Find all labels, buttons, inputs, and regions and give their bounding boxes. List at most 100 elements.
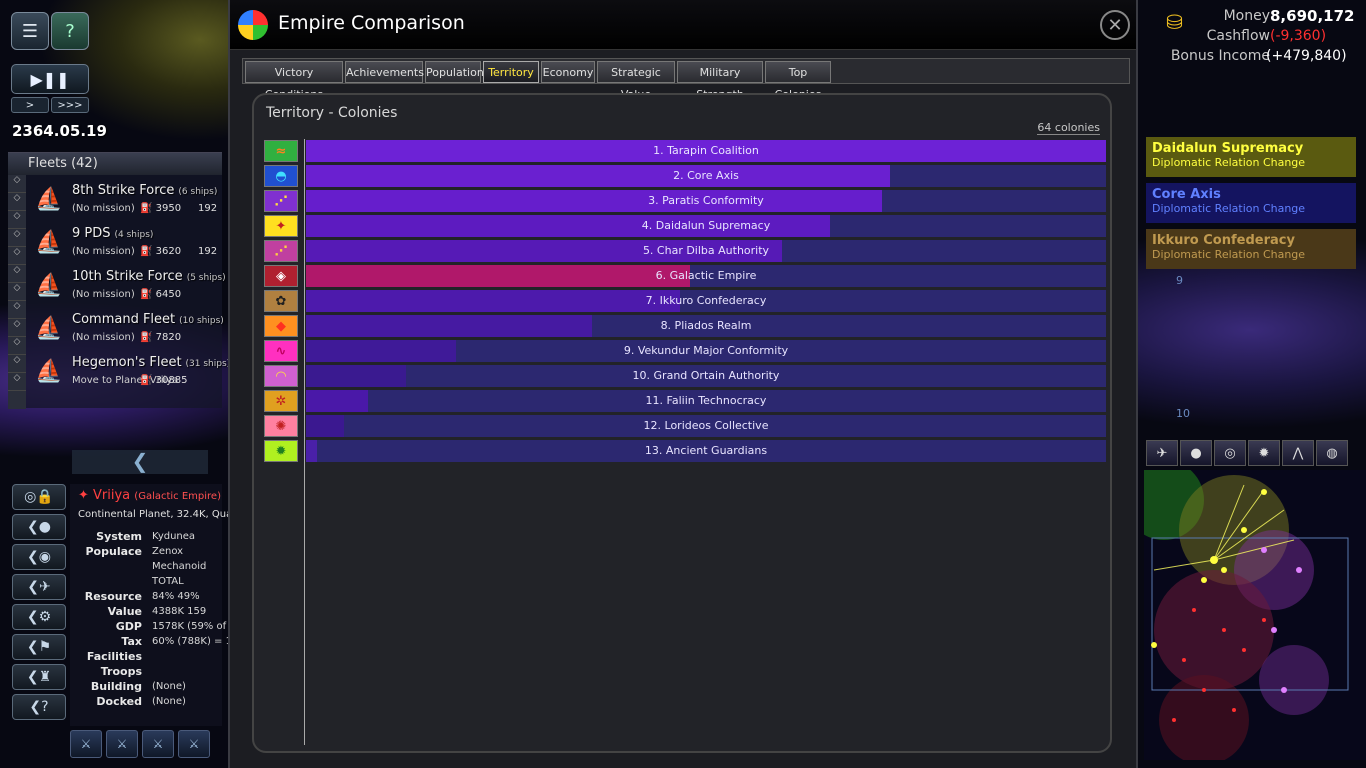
- empire-flag-icon: ✿: [264, 290, 298, 312]
- eye-icon[interactable]: ❮◉: [12, 544, 66, 570]
- galaxy-minimap[interactable]: [1144, 470, 1366, 760]
- ship-icon[interactable]: ⚔: [142, 730, 174, 758]
- fleet-fuel: ⛽ 30885: [140, 375, 188, 386]
- bar-row[interactable]: ◆ 8. Pliados Realm: [264, 315, 1106, 337]
- bar-row[interactable]: ✦ 4. Daidalun Supremacy: [264, 215, 1106, 237]
- planet-icon[interactable]: ❮●: [12, 514, 66, 540]
- ship-icon[interactable]: ❮✈: [12, 574, 66, 600]
- notification-subtitle: Diplomatic Relation Change: [1152, 202, 1306, 215]
- fleet-row[interactable]: ⛵ 8th Strike Force (6 ships) (No mission)…: [28, 181, 222, 223]
- filter-icon[interactable]: ◇: [8, 193, 26, 211]
- tab-population[interactable]: Population: [425, 61, 484, 83]
- empire-flag-icon: ≈: [264, 140, 298, 162]
- chart-total-count: 64 colonies: [1037, 121, 1100, 135]
- troops-icon[interactable]: ❮♜: [12, 664, 66, 690]
- filter-icon[interactable]: ◇: [8, 373, 26, 391]
- planet-field-label: Value: [107, 605, 142, 618]
- empire-flag-icon: ◓: [264, 165, 298, 187]
- ship-icon[interactable]: ⚔: [178, 730, 210, 758]
- planet-field-label: Facilities: [86, 650, 142, 663]
- planet-info-panel: ✦ Vriiya (Galactic Empire) Continental P…: [70, 484, 235, 726]
- fleet-ship-count: (4 ships): [114, 230, 154, 240]
- bar-track: 7. Ikkuro Confederacy: [306, 290, 1106, 312]
- nebula-filter-icon[interactable]: ⋀: [1282, 440, 1314, 466]
- ring-planet-filter-icon[interactable]: ◎: [1214, 440, 1246, 466]
- galaxy-filter-icon[interactable]: ◍: [1316, 440, 1348, 466]
- planet-field-label: Docked: [96, 695, 142, 708]
- bar-label: 3. Paratis Conformity: [648, 194, 764, 207]
- bar-label: 9. Vekundur Major Conformity: [623, 344, 789, 357]
- warship-icon: ⛵: [35, 230, 63, 255]
- bar-row[interactable]: ∿ 9. Vekundur Major Conformity: [264, 340, 1106, 362]
- star-filter-icon[interactable]: ✹: [1248, 440, 1280, 466]
- tab-achievements[interactable]: Achievements: [345, 61, 424, 83]
- fleet-list-prev-button[interactable]: ❮: [72, 450, 208, 474]
- planet-title: ✦ Vriiya (Galactic Empire): [78, 488, 221, 503]
- tab-top-colonies[interactable]: Top Colonies: [765, 61, 831, 101]
- tab-victory-conditions[interactable]: Victory Conditions: [245, 61, 343, 101]
- target-lock-icon[interactable]: ◎🔒: [12, 484, 66, 510]
- close-button[interactable]: ✕: [1100, 10, 1130, 40]
- tab-military-strength[interactable]: Military Strength: [677, 61, 763, 101]
- planet-filter-icon[interactable]: ●: [1180, 440, 1212, 466]
- fleet-row[interactable]: ⛵ Hegemon's Fleet (31 ships) Move to Plan…: [28, 353, 230, 395]
- speed-step-button[interactable]: >: [11, 97, 49, 113]
- ship-icon[interactable]: ⚔: [70, 730, 102, 758]
- filter-icon[interactable]: ◇: [8, 265, 26, 283]
- fleet-name: Hegemon's Fleet (31 ships): [72, 355, 231, 370]
- filter-icon[interactable]: ◇: [8, 229, 26, 247]
- filter-icon[interactable]: ◇: [8, 283, 26, 301]
- ship-filter-icon[interactable]: ✈: [1146, 440, 1178, 466]
- bar-row[interactable]: ◈ 6. Galactic Empire: [264, 265, 1106, 287]
- bottom-toolbar: ⚔ ⚔ ⚔ ⚔: [70, 730, 222, 758]
- menu-list-icon[interactable]: ☰: [11, 12, 49, 50]
- help-icon[interactable]: ?: [51, 12, 89, 50]
- notification[interactable]: Ikkuro Confederacy Diplomatic Relation C…: [1146, 229, 1356, 269]
- bar-label: 12. Lorideos Collective: [643, 419, 769, 432]
- tab-strategic-value[interactable]: Strategic Value: [597, 61, 675, 101]
- fleet-ship-count: (10 ships): [179, 316, 224, 326]
- empire-flag-icon: ⋰: [264, 240, 298, 262]
- notification[interactable]: Daidalun Supremacy Diplomatic Relation C…: [1146, 137, 1356, 177]
- planet-name[interactable]: Vriiya: [93, 488, 130, 503]
- fleet-ship-count: (31 ships): [185, 359, 231, 369]
- bar-label: 4. Daidalun Supremacy: [641, 219, 771, 232]
- bar-row[interactable]: ✲ 11. Faliin Technocracy: [264, 390, 1106, 412]
- minimap-filter-bar: ✈ ● ◎ ✹ ⋀ ◍: [1146, 440, 1352, 466]
- fleet-row[interactable]: ⛵ Command Fleet (10 ships) (No mission) ⛽…: [28, 310, 224, 352]
- play-pause-button[interactable]: ▶❚❚: [11, 64, 89, 94]
- fleet-row[interactable]: ⛵ 9 PDS (4 ships) (No mission) ⛽ 3620 192: [28, 224, 222, 266]
- bar-row[interactable]: ◓ 2. Core Axis: [264, 165, 1106, 187]
- gear-icon[interactable]: ❮⚙: [12, 604, 66, 630]
- planet-field-label: Populace: [85, 545, 143, 558]
- money-icon: ⛁: [1166, 10, 1183, 34]
- bar-row[interactable]: ≈ 1. Tarapin Coalition: [264, 140, 1106, 162]
- bar-row[interactable]: ✿ 7. Ikkuro Confederacy: [264, 290, 1106, 312]
- bar-row[interactable]: ✹ 13. Ancient Guardians: [264, 440, 1106, 462]
- warship-icon: ⛵: [35, 359, 63, 384]
- bar-row[interactable]: ✺ 12. Lorideos Collective: [264, 415, 1106, 437]
- bar-row[interactable]: ⋰ 3. Paratis Conformity: [264, 190, 1106, 212]
- flag-icon[interactable]: ❮⚑: [12, 634, 66, 660]
- empire-flag-icon: ✲: [264, 390, 298, 412]
- tab-territory[interactable]: Territory: [483, 61, 539, 83]
- bar-row[interactable]: ⋰ 5. Char Dilba Authority: [264, 240, 1106, 262]
- fleet-row[interactable]: ⛵ 10th Strike Force (5 ships) (No mission…: [28, 267, 225, 309]
- bar-row[interactable]: ◠ 10. Grand Ortain Authority: [264, 365, 1106, 387]
- speed-fast-button[interactable]: >>>: [51, 97, 89, 113]
- ship-icon[interactable]: ⚔: [106, 730, 138, 758]
- filter-icon[interactable]: ◇: [8, 211, 26, 229]
- bonus-income-label: Bonus Income: [1170, 48, 1270, 64]
- filter-icon[interactable]: ◇: [8, 175, 26, 193]
- filter-icon[interactable]: ◇: [8, 247, 26, 265]
- filter-icon[interactable]: ◇: [8, 319, 26, 337]
- planet-action-buttons: ◎🔒 ❮● ❮◉ ❮✈ ❮⚙ ❮⚑ ❮♜ ❮?: [12, 484, 66, 724]
- filter-icon[interactable]: ◇: [8, 337, 26, 355]
- filter-icon[interactable]: ◇: [8, 355, 26, 373]
- notification[interactable]: Core Axis Diplomatic Relation Change: [1146, 183, 1356, 223]
- empire-flag-icon: ✦: [264, 215, 298, 237]
- fleet-list-header[interactable]: Fleets (42): [8, 153, 222, 175]
- tab-economy[interactable]: Economy: [541, 61, 595, 83]
- filter-icon[interactable]: ◇: [8, 301, 26, 319]
- question-icon[interactable]: ❮?: [12, 694, 66, 720]
